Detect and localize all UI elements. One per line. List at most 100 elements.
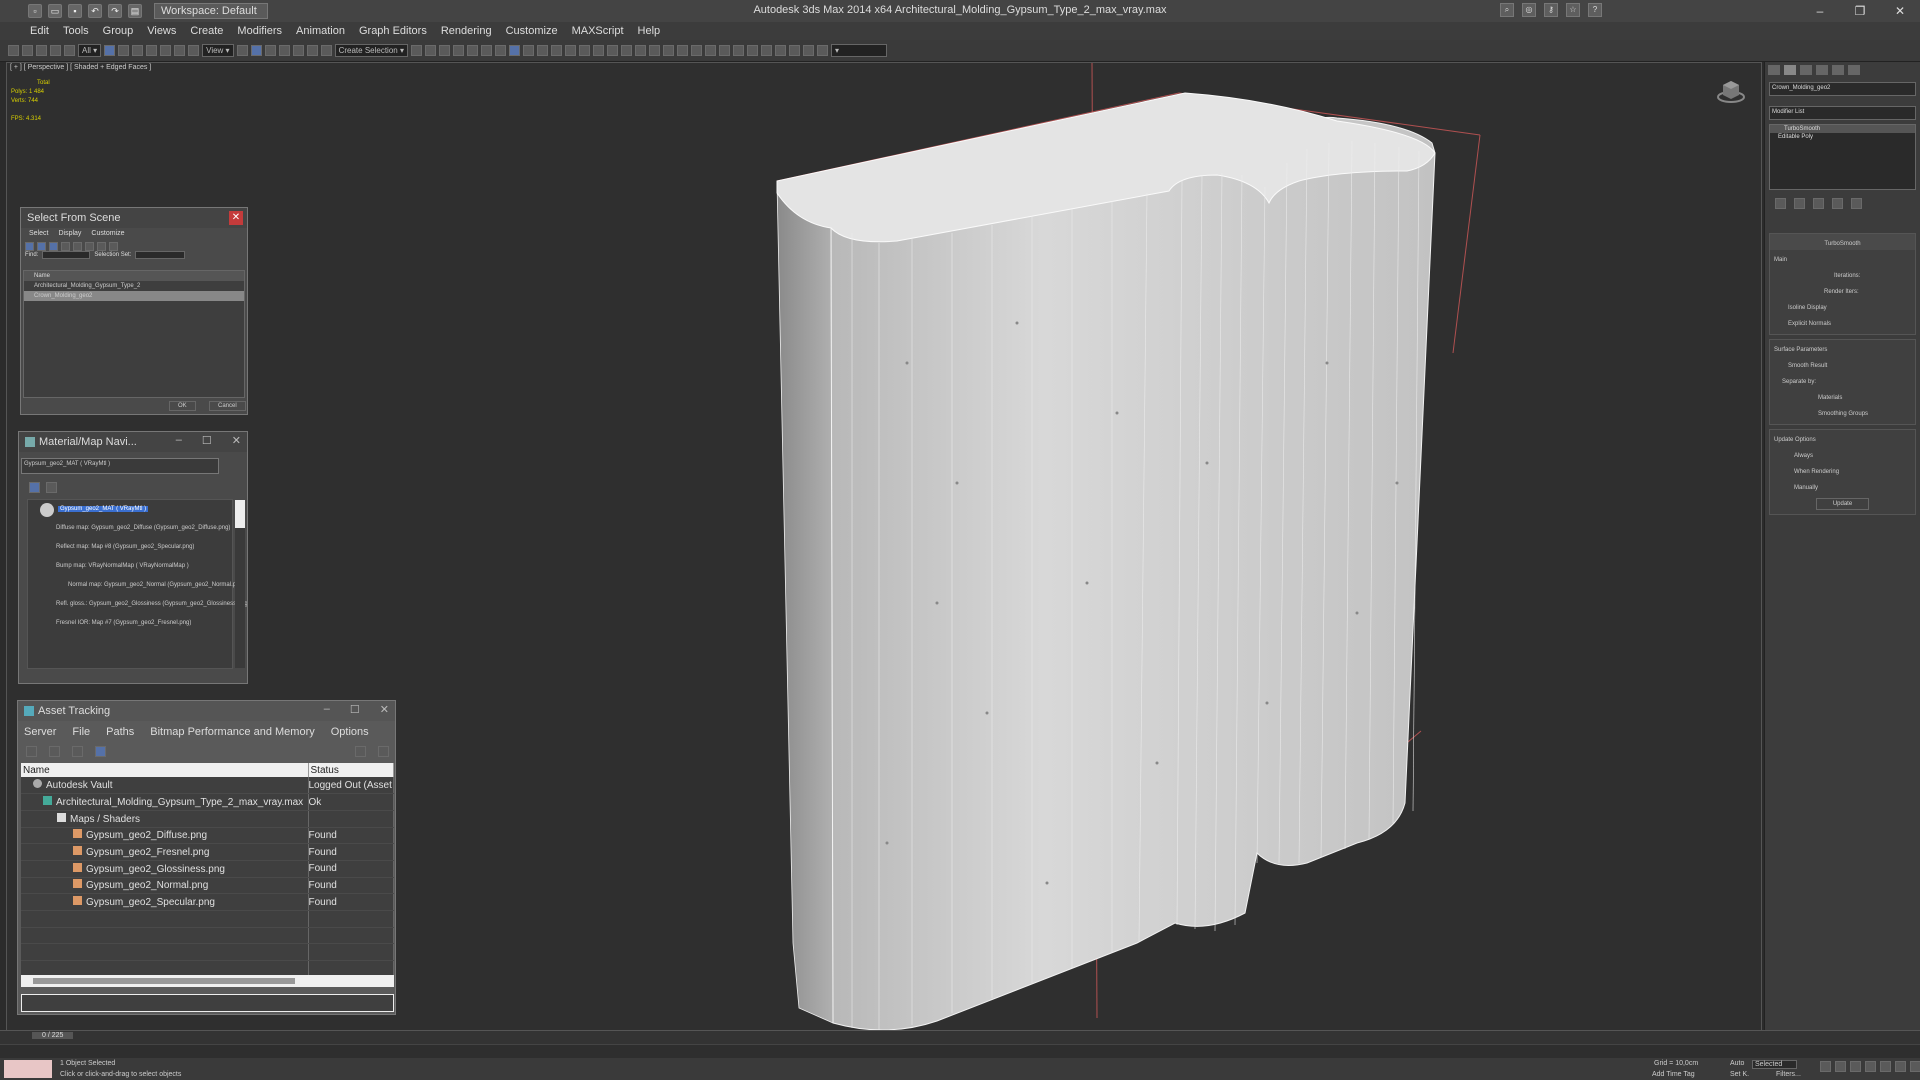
toggle-ribbon-icon[interactable] xyxy=(452,45,464,56)
minimize-icon[interactable]: – xyxy=(1800,0,1840,22)
render-production-icon[interactable] xyxy=(536,45,548,56)
make-unique-icon[interactable] xyxy=(1813,198,1824,209)
binoculars-icon[interactable]: ◎ xyxy=(1522,3,1536,17)
menu-edit[interactable]: Edit xyxy=(30,25,49,37)
vray-displacement-icon[interactable] xyxy=(704,45,716,56)
vray-camera-icon[interactable] xyxy=(676,45,688,56)
view-list-icon[interactable] xyxy=(29,482,40,493)
invert-selection-icon[interactable] xyxy=(109,242,118,251)
refresh-icon[interactable] xyxy=(26,745,37,757)
extra-tool-icon[interactable] xyxy=(816,45,828,56)
angle-snap-icon[interactable] xyxy=(292,45,304,56)
at-menu-bitmap-performance[interactable]: Bitmap Performance and Memory xyxy=(150,726,314,738)
table-view-icon[interactable] xyxy=(95,745,106,757)
curve-editor-icon[interactable] xyxy=(466,45,478,56)
bind-space-warp-icon[interactable] xyxy=(64,45,75,56)
pivot-center-icon[interactable] xyxy=(236,45,248,56)
mirror-icon[interactable] xyxy=(410,45,422,56)
key-icon[interactable]: ⚷ xyxy=(1544,3,1558,17)
vray-rt-icon[interactable] xyxy=(788,45,800,56)
go-to-end-icon[interactable] xyxy=(1880,1061,1891,1072)
vray-proxy-icon[interactable] xyxy=(648,45,660,56)
save-icon[interactable]: ▪ xyxy=(68,4,82,18)
tree-node[interactable]: Diffuse map: Gypsum_geo2_Diffuse (Gypsum… xyxy=(28,519,232,538)
material-navigator-titlebar[interactable]: Material/Map Navi... – ☐ ✕ xyxy=(19,432,247,452)
maxscript-listener[interactable] xyxy=(4,1060,52,1078)
sfs-menu-customize[interactable]: Customize xyxy=(91,230,124,237)
vray-plane-icon[interactable] xyxy=(634,45,646,56)
select-move-icon[interactable] xyxy=(160,45,172,56)
smoothing-groups-checkbox[interactable]: Smoothing Groups xyxy=(1774,406,1911,422)
material-editor-icon[interactable] xyxy=(494,45,506,56)
sfs-menu-select[interactable]: Select xyxy=(29,230,48,237)
set-key-button[interactable]: Set K. xyxy=(1730,1071,1749,1078)
table-row[interactable]: Gypsum_geo2_Specular.png Found xyxy=(21,893,394,911)
spinner-snap-icon[interactable] xyxy=(320,45,332,56)
minimize-icon[interactable]: – xyxy=(324,703,330,716)
at-menu-paths[interactable]: Paths xyxy=(106,726,134,738)
schematic-view-icon[interactable] xyxy=(480,45,492,56)
name-column-header[interactable]: Name xyxy=(21,763,309,777)
menu-modifiers[interactable]: Modifiers xyxy=(237,25,282,37)
auto-key-button[interactable]: Auto xyxy=(1730,1060,1744,1067)
table-row[interactable]: Architectural_Molding_Gypsum_Type_2_max_… xyxy=(21,793,394,811)
tree-node[interactable]: Normal map: Gypsum_geo2_Normal (Gypsum_g… xyxy=(28,576,245,595)
display-cameras-icon[interactable] xyxy=(61,242,70,251)
help-icon[interactable] xyxy=(378,745,389,757)
cancel-button[interactable]: Cancel xyxy=(209,401,246,411)
close-icon[interactable]: ✕ xyxy=(1880,0,1920,22)
vray-light-icon[interactable] xyxy=(578,45,590,56)
update-button[interactable]: Update xyxy=(1815,498,1870,510)
reference-coordinate-dropdown[interactable]: View ▾ xyxy=(202,44,234,57)
modifier-list-dropdown[interactable]: Modifier List xyxy=(1769,106,1916,120)
next-frame-icon[interactable] xyxy=(1865,1061,1876,1072)
named-selection-set-dropdown[interactable]: Create Selection ▾ xyxy=(334,44,408,57)
redo-tool-icon[interactable] xyxy=(22,45,33,56)
select-none-icon[interactable] xyxy=(97,242,106,251)
close-icon[interactable]: ✕ xyxy=(229,211,243,225)
selection-set-dropdown[interactable] xyxy=(135,251,186,259)
hierarchy-tab-icon[interactable] xyxy=(1800,65,1812,75)
stack-item-turbosmooth[interactable]: TurboSmooth xyxy=(1770,125,1915,133)
tree-node[interactable]: Reflect map: Map #8 (Gypsum_geo2_Specula… xyxy=(28,538,232,557)
horizontal-scrollbar[interactable] xyxy=(21,975,394,987)
table-row[interactable]: Gypsum_geo2_Fresnel.png Found xyxy=(21,843,394,861)
toolbar-dropdown[interactable]: ▾ xyxy=(830,44,887,57)
new-file-icon[interactable]: ▫ xyxy=(28,4,42,18)
select-object-icon[interactable] xyxy=(104,45,116,56)
stack-item-editable-poly[interactable]: Editable Poly xyxy=(1770,133,1915,141)
layer-explorer-icon[interactable] xyxy=(438,45,450,56)
name-column-header[interactable]: Name xyxy=(24,271,244,281)
track-bar[interactable] xyxy=(0,1044,1920,1058)
smooth-result-checkbox[interactable]: Smooth Result xyxy=(1774,358,1911,374)
close-icon[interactable]: ✕ xyxy=(380,703,389,716)
configure-sets-icon[interactable] xyxy=(1851,198,1862,209)
close-icon[interactable]: ✕ xyxy=(232,434,241,447)
selection-filter-dropdown[interactable]: All ▾ xyxy=(78,44,102,57)
materials-checkbox[interactable]: Materials xyxy=(1774,390,1911,406)
maximize-icon[interactable]: ☐ xyxy=(202,434,212,447)
vray-toon-icon[interactable] xyxy=(732,45,744,56)
percent-snap-icon[interactable] xyxy=(306,45,318,56)
select-manipulate-icon[interactable] xyxy=(250,45,262,56)
vray-frame-buffer-icon[interactable] xyxy=(564,45,576,56)
status-column-header[interactable]: Status xyxy=(308,763,394,777)
key-filters-button[interactable]: Filters... xyxy=(1776,1071,1801,1078)
asset-tracking-titlebar[interactable]: Asset Tracking – ☐ ✕ xyxy=(18,701,395,721)
material-name-field[interactable]: Gypsum_geo2_MAT ( VRayMtl ) xyxy=(21,458,219,474)
tree-view-icon[interactable] xyxy=(72,745,83,757)
play-icon[interactable] xyxy=(1850,1061,1861,1072)
vray-sphere-icon[interactable] xyxy=(620,45,632,56)
at-menu-server[interactable]: Server xyxy=(24,726,56,738)
vray-options-icon[interactable] xyxy=(746,45,758,56)
list-item[interactable]: Architectural_Molding_Gypsum_Type_2 xyxy=(24,281,244,291)
always-radio[interactable]: Always xyxy=(1774,448,1911,464)
maximize-icon[interactable]: ☐ xyxy=(350,703,360,716)
display-lights-icon[interactable] xyxy=(49,242,58,251)
select-from-scene-titlebar[interactable]: Select From Scene ✕ xyxy=(21,208,247,228)
explicit-normals-checkbox[interactable]: Explicit Normals xyxy=(1774,316,1911,332)
when-rendering-radio[interactable]: When Rendering xyxy=(1774,464,1911,480)
show-end-result-icon[interactable] xyxy=(1794,198,1805,209)
menu-animation[interactable]: Animation xyxy=(296,25,345,37)
menu-help[interactable]: Help xyxy=(638,25,661,37)
